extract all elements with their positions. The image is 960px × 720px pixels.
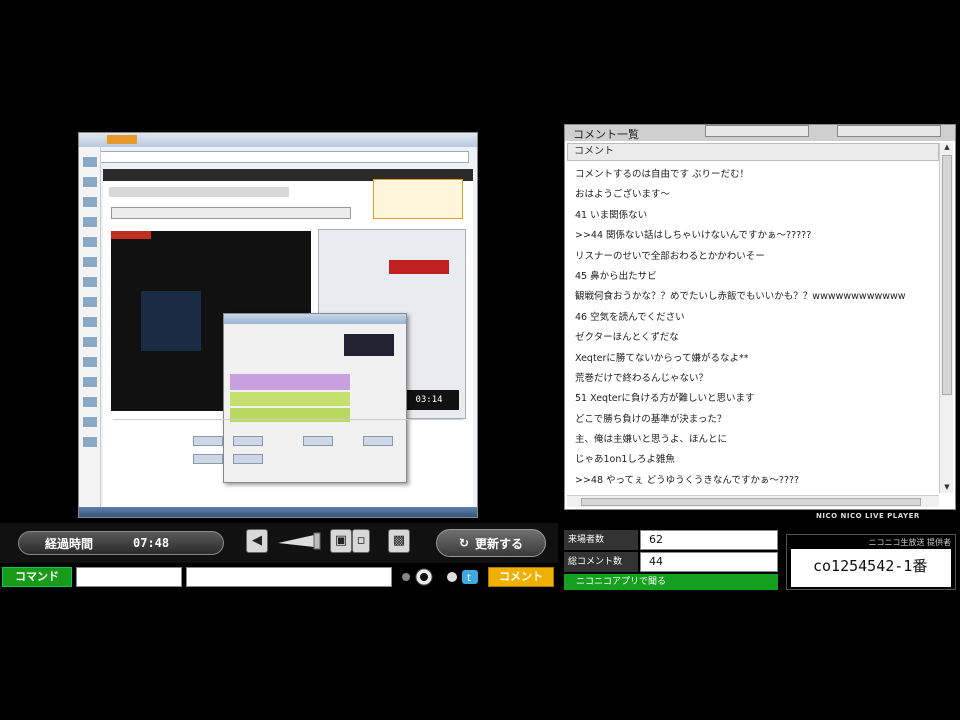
comment-row[interactable]: 51 Xeqterに負ける方が難しいと思います xyxy=(567,389,939,409)
fullscreen-button[interactable]: ▩ xyxy=(388,529,410,553)
comment-input[interactable] xyxy=(186,567,392,587)
desktop-icons xyxy=(79,147,101,517)
comment-panel: コメント一覧 コメント コメントするのは自由です ぶりーだむ！ おはようございま… xyxy=(564,124,956,510)
viewers-count: 62 xyxy=(640,530,778,550)
taskbar xyxy=(79,507,477,517)
horizontal-scrollbar[interactable] xyxy=(567,495,939,507)
community-id: co1254542-1番 xyxy=(813,557,928,575)
elapsed-value: 07:48 xyxy=(133,536,170,550)
comment-display-toggle[interactable]: ▣ xyxy=(330,529,352,553)
fullscreen-icon: ▩ xyxy=(392,533,406,548)
mute-button[interactable]: ◀ xyxy=(246,529,268,553)
svg-text:t: t xyxy=(467,573,471,584)
anonymous-toggle-icon[interactable] xyxy=(400,568,436,586)
comment-row[interactable]: おはようございます〜 xyxy=(567,185,939,205)
reload-button[interactable]: ↻ 更新する xyxy=(436,529,546,557)
browser-titlebar xyxy=(79,133,477,147)
scroll-down-icon[interactable]: ▼ xyxy=(941,483,953,493)
command-button[interactable]: コマンド xyxy=(2,567,72,587)
twitter-icon[interactable]: t xyxy=(446,569,486,585)
scrollbar-thumb[interactable] xyxy=(942,155,952,395)
comment-row[interactable]: Xeqterに勝てないからって嫌がるなよ** xyxy=(567,349,939,369)
nico-app-link[interactable]: ニコニコアプリで聞る xyxy=(564,574,778,590)
comment-row[interactable]: ゼクターほんとくずだな xyxy=(567,328,939,348)
monitor-icon: ▣ xyxy=(334,533,348,548)
comment-row[interactable]: どこで勝ち負けの基準が決まった？ xyxy=(567,410,939,430)
captured-webpage: 03:14 xyxy=(103,169,473,514)
comment-row[interactable]: 41 いま関係ない xyxy=(567,206,939,226)
panel-tab-1[interactable] xyxy=(705,125,809,137)
comment-scrollbar[interactable]: ▲ ▼ xyxy=(939,143,953,493)
comment-row[interactable]: リスナーのせいで全部おわるとかかわいそー xyxy=(567,247,939,267)
address-bar xyxy=(99,151,469,163)
comment-row[interactable]: 荒巻だけで終わるんじゃない？ xyxy=(567,369,939,389)
video-area[interactable]: 03:14 xyxy=(0,128,558,523)
speaker-icon: ◀ xyxy=(252,533,262,548)
comment-row[interactable]: 主、俺は主嫌いと思うよ、ほんとに xyxy=(567,430,939,450)
comment-panel-title: コメント一覧 xyxy=(573,128,639,141)
comment-settings-button[interactable]: ▫ xyxy=(352,529,370,553)
comment-submit-button[interactable]: コメント xyxy=(488,567,554,587)
comment-row[interactable]: 46 空気を読んでください xyxy=(567,308,939,328)
settings-icon: ▫ xyxy=(356,533,366,548)
comments-count-label: 総コメント数 xyxy=(564,552,638,572)
panel-tab-2[interactable] xyxy=(837,125,941,137)
comment-row[interactable]: >>44 関係ない話はしちゃいけないんですかぁ〜????? xyxy=(567,226,939,246)
reload-label: 更新する xyxy=(475,536,524,551)
player-brand: NICO NICO LIVE PLAYER xyxy=(816,512,920,520)
comment-panel-header: コメント一覧 xyxy=(565,125,955,141)
comment-input-row: コマンド t コメント xyxy=(0,563,558,591)
volume-slider[interactable] xyxy=(278,531,322,551)
comment-list: コメントするのは自由です ぶりーだむ！ おはようございます〜 41 いま関係ない… xyxy=(567,165,939,491)
comment-row[interactable]: >>48 やってぇ どうゆうくうきなんですかぁ〜???? xyxy=(567,471,939,491)
elapsed-time-display: 経過時間 07:48 xyxy=(18,531,224,555)
nico-live-player: 03:14 経過時間 07:48 ◀ ▣ ▫ ▩ ↻ 更新する コマンド t コ… xyxy=(0,0,960,720)
control-bar: 経過時間 07:48 ◀ ▣ ▫ ▩ ↻ 更新する xyxy=(0,523,558,563)
comment-column-header[interactable]: コメント xyxy=(567,143,939,161)
comment-row[interactable]: 観戦何食おうかな？？めでたいし赤飯でもいいかも？？wwwwwwwwwwww xyxy=(567,287,939,307)
command-input[interactable] xyxy=(76,567,182,587)
comments-count: 44 xyxy=(640,552,778,572)
captured-time: 03:14 xyxy=(399,390,459,410)
captured-desktop: 03:14 xyxy=(78,132,478,518)
comment-row[interactable]: 45 鼻から出たサビ xyxy=(567,267,939,287)
viewers-label: 来場者数 xyxy=(564,530,638,550)
community-caption: ニコニコ生放送 提供者 xyxy=(868,538,951,547)
scroll-up-icon[interactable]: ▲ xyxy=(941,143,953,153)
comment-row[interactable]: じゃあ1on1しろよ雑魚 xyxy=(567,450,939,470)
reload-icon: ↻ xyxy=(458,536,470,550)
comment-row[interactable]: コメントするのは自由です ぶりーだむ！ xyxy=(567,165,939,185)
community-info: ニコニコ生放送 提供者 co1254542-1番 xyxy=(786,534,956,590)
elapsed-label: 経過時間 xyxy=(45,536,94,551)
